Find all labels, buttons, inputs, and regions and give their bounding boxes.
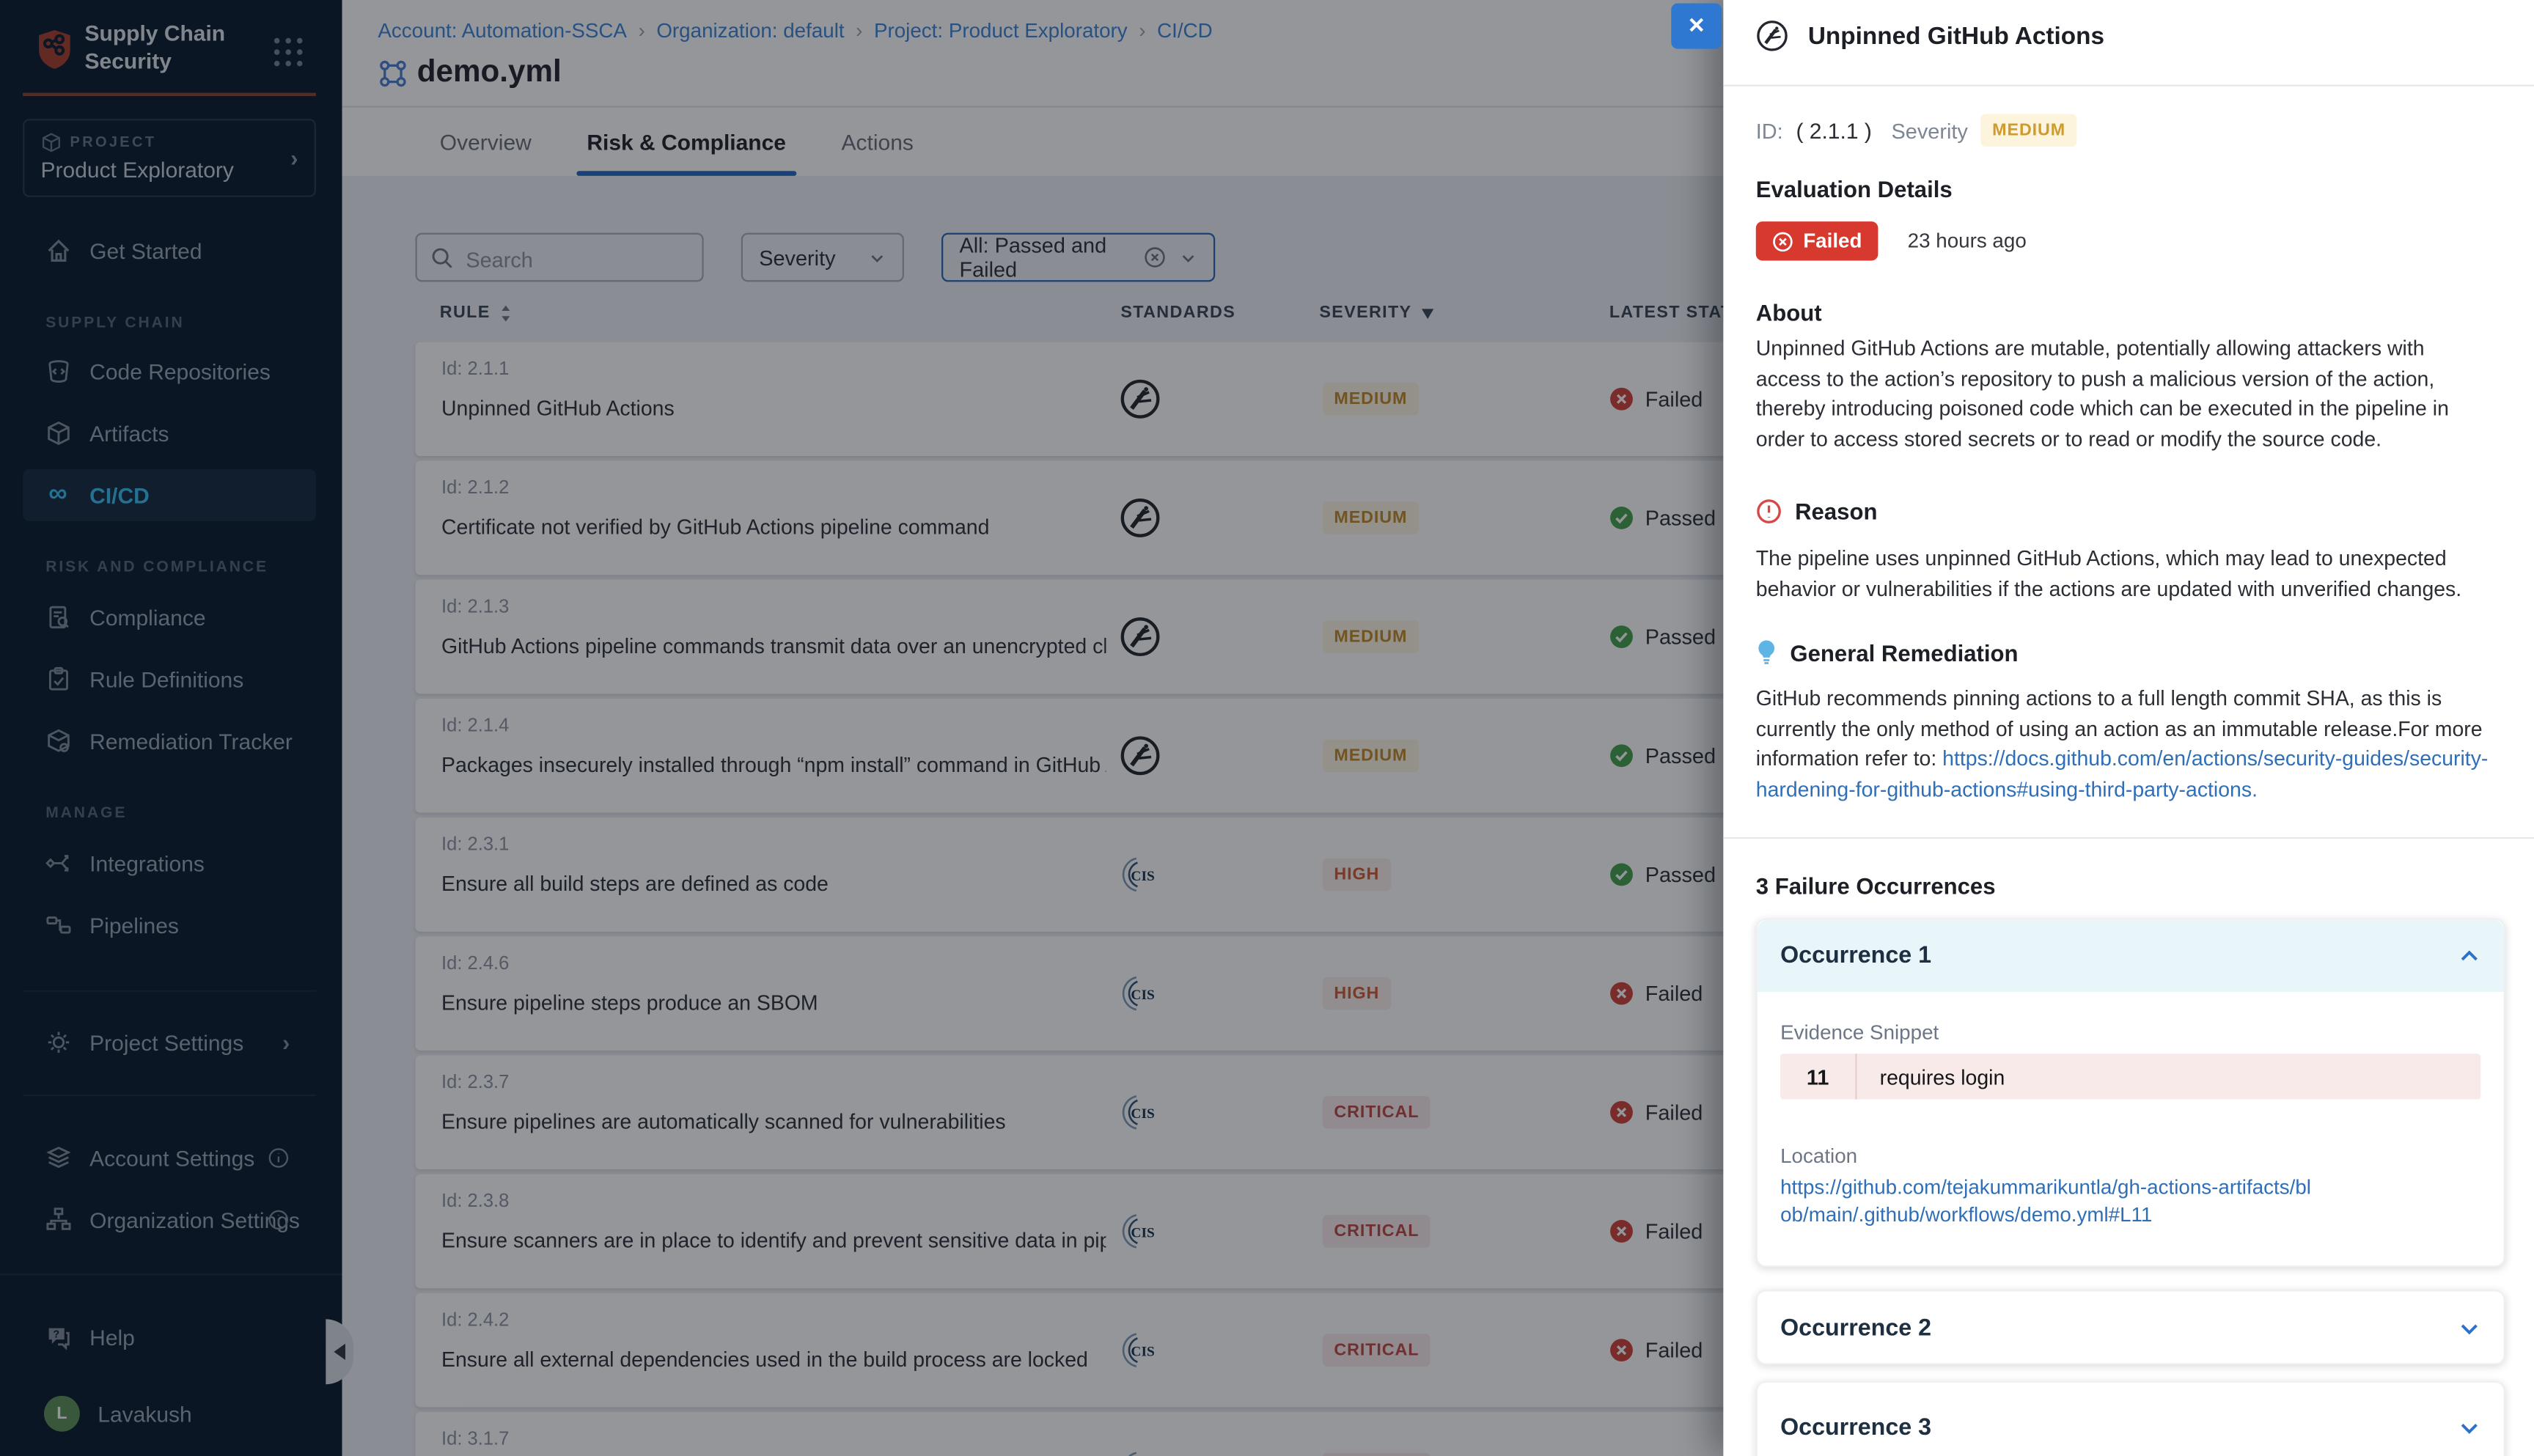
drawer-header: Unpinned GitHub Actions [1756,20,2104,52]
occurrence-2-card: Occurrence 2 [1756,1290,2505,1364]
reason-heading: Reason [1795,499,1877,525]
drawer-title: Unpinned GitHub Actions [1808,22,2104,50]
failed-badge: Failed [1756,221,1879,260]
chevron-up-icon [2458,944,2480,967]
evidence-snippet-label: Evidence Snippet [1780,1021,1939,1044]
reason-text: The pipeline uses unpinned GitHub Action… [1756,544,2492,605]
owasp-standard-icon [1756,20,1788,52]
occurrence-3-header[interactable]: Occurrence 3 [1758,1383,2503,1456]
evidence-snippet: 11 requires login [1780,1054,2480,1099]
evaluated-time: 23 hours ago [1908,229,2027,252]
occurrence-2-header[interactable]: Occurrence 2 [1758,1292,2503,1367]
chevron-down-icon [2458,1417,2480,1440]
about-text: Unpinned GitHub Actions are mutable, pot… [1756,334,2492,455]
location-link[interactable]: https://github.com/tejakummarikuntla/gh-… [1780,1174,2318,1231]
id-label: ID: [1756,118,1783,142]
remediation-heading-row: General Remediation [1756,639,2019,666]
occurrence-title: Occurrence 3 [1780,1415,1931,1441]
failed-circle-icon [1772,230,1793,251]
app-root: Supply Chain Security PROJECT Product Ex… [0,0,2534,1456]
evidence-text: requires login [1857,1065,2005,1089]
remediation-heading: General Remediation [1790,639,2018,666]
location-label: Location [1780,1145,1857,1168]
about-heading: About [1756,300,1822,326]
reason-heading-row: Reason [1756,499,1878,525]
occurrences-heading: 3 Failure Occurrences [1756,873,1996,900]
evidence-line-number: 11 [1780,1054,1857,1099]
bulb-icon [1756,639,1777,666]
id-value: ( 2.1.1 ) [1796,118,1871,142]
remediation-text: GitHub recommends pinning actions to a f… [1756,684,2492,806]
occurrence-title: Occurrence 1 [1780,943,1931,969]
evaluation-status-row: Failed 23 hours ago [1756,221,2027,260]
occurrence-title: Occurrence 2 [1780,1316,1931,1342]
rule-detail-drawer: Unpinned GitHub Actions ID: ( 2.1.1 ) Se… [1723,0,2534,1456]
drawer-divider [1723,85,2534,87]
close-drawer-button[interactable]: ✕ [1671,3,1722,48]
alert-circle-icon [1756,499,1782,525]
severity-label: Severity [1892,118,1968,142]
occurrence-3-card: Occurrence 3 [1756,1381,2505,1456]
severity-badge: MEDIUM [1981,114,2077,147]
close-icon: ✕ [1688,13,1705,40]
evaluation-details-heading: Evaluation Details [1756,176,1953,202]
rule-id-row: ID: ( 2.1.1 ) Severity MEDIUM [1756,114,2077,147]
occurrence-1-header[interactable]: Occurrence 1 [1758,920,2503,992]
drawer-divider [1723,837,2534,839]
occurrence-1-card: Occurrence 1 Evidence Snippet 11 require… [1756,919,2505,1267]
chevron-down-icon [2458,1317,2480,1340]
failed-badge-label: Failed [1803,229,1862,252]
